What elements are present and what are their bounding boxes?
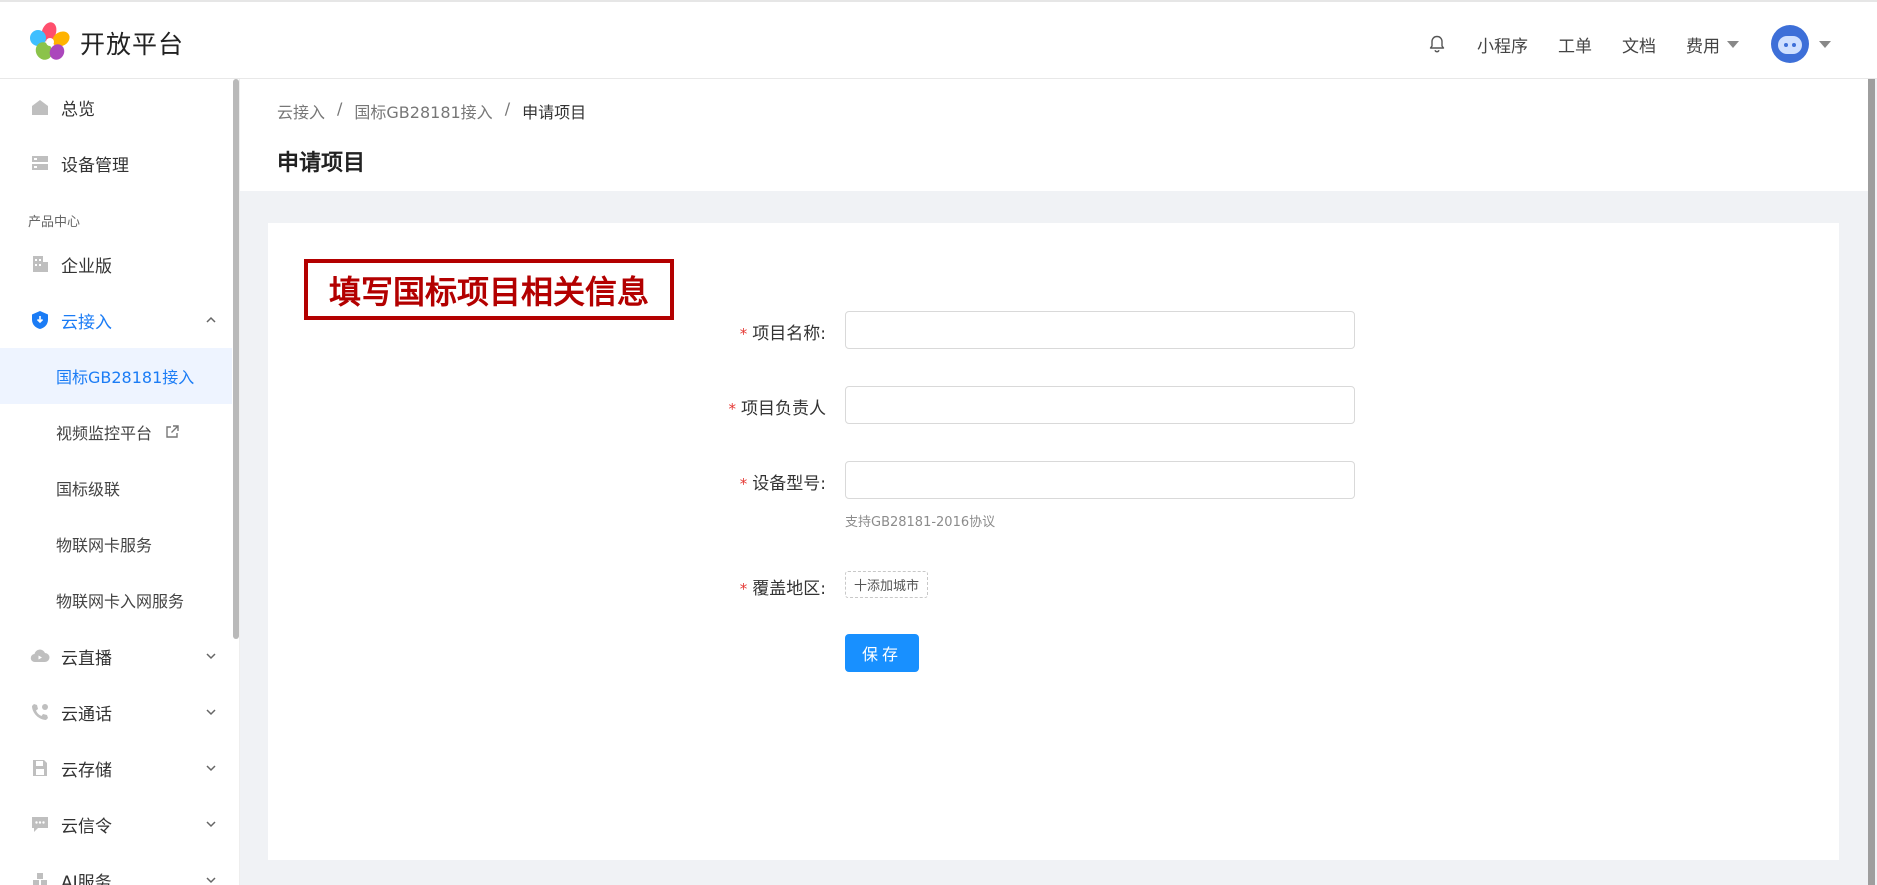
sidebar-subitem-label: 国标GB28181接入 bbox=[56, 368, 195, 387]
sidebar-item-device-management[interactable]: 设备管理 bbox=[0, 135, 232, 191]
sidebar-subitem-label: 物联网卡入网服务 bbox=[56, 592, 185, 611]
sidebar-subitem-label: 物联网卡服务 bbox=[56, 536, 153, 555]
project-name-input[interactable] bbox=[845, 311, 1355, 349]
sidebar-item-enterprise[interactable]: 企业版 bbox=[0, 236, 232, 292]
sidebar-subitem-gb28181[interactable]: 国标GB28181接入 bbox=[0, 348, 232, 404]
sidebar-item-cloud-call[interactable]: 云通话 bbox=[0, 684, 232, 740]
avatar bbox=[1771, 25, 1809, 63]
owner-label-text: 项目负责人 bbox=[741, 399, 826, 419]
sidebar-scrollbar[interactable] bbox=[233, 79, 239, 639]
sidebar-item-overview[interactable]: 总览 bbox=[0, 79, 232, 135]
breadcrumb-item-gb28181[interactable]: 国标GB28181接入 bbox=[354, 99, 492, 123]
coverage-label-text: 覆盖地区: bbox=[752, 579, 826, 599]
device-model-hint: 支持GB28181-2016协议 bbox=[845, 515, 996, 530]
form-card: 填写国标项目相关信息 * 项目名称: * 项目负责人 * 设备型号: 支持GB2818… bbox=[268, 223, 1839, 860]
sidebar-item-cloud-live[interactable]: 云直播 bbox=[0, 628, 232, 684]
sidebar-subitem-label: 视频监控平台 bbox=[56, 424, 153, 443]
required-mark: * bbox=[728, 400, 737, 418]
brand-name: 开放平台 bbox=[80, 30, 185, 59]
home-icon bbox=[32, 100, 48, 115]
required-mark: * bbox=[739, 325, 748, 343]
breadcrumb-current: 申请项目 bbox=[522, 103, 587, 122]
chevron-down-icon bbox=[206, 877, 216, 884]
sidebar-subitem-iot-card-network[interactable]: 物联网卡入网服务 bbox=[0, 572, 232, 628]
sidebar-item-label: AI服务 bbox=[61, 872, 112, 885]
sidebar-item-label: 总览 bbox=[61, 99, 95, 120]
add-city-button[interactable]: 十添加城市 bbox=[845, 571, 929, 598]
save-button[interactable]: 保存 bbox=[845, 634, 919, 672]
top-header: 开放平台 小程序 工单 文档 费用 bbox=[0, 0, 1877, 79]
required-mark: * bbox=[739, 475, 748, 493]
blocks-icon bbox=[33, 873, 47, 885]
sidebar-group-title: 产品中心 bbox=[28, 215, 81, 230]
page-header: 云接入 / 国标GB28181接入 / 申请项目 申请项目 bbox=[240, 79, 1870, 191]
breadcrumb-item-cloud-access[interactable]: 云接入 bbox=[277, 99, 325, 123]
annotation-box: 填写国标项目相关信息 bbox=[304, 259, 674, 320]
nav-work-order[interactable]: 工单 bbox=[1558, 32, 1592, 57]
message-icon bbox=[32, 817, 48, 832]
nav-mini-program[interactable]: 小程序 bbox=[1477, 32, 1528, 57]
breadcrumb-separator: / bbox=[504, 99, 511, 118]
nav-fee-dropdown[interactable]: 费用 bbox=[1686, 32, 1739, 57]
owner-label: * 项目负责人 bbox=[729, 394, 827, 419]
project-name-label: * 项目名称: bbox=[740, 319, 826, 344]
breadcrumb-separator: / bbox=[337, 99, 343, 118]
nav-docs[interactable]: 文档 bbox=[1622, 32, 1656, 57]
device-model-input[interactable] bbox=[845, 461, 1355, 499]
breadcrumb: 云接入 / 国标GB28181接入 / 申请项目 bbox=[277, 99, 586, 123]
sidebar-item-cloud-signal[interactable]: 云信令 bbox=[0, 796, 232, 852]
sidebar-item-cloud-access[interactable]: 云接入 bbox=[0, 292, 232, 348]
project-name-label-text: 项目名称: bbox=[752, 324, 826, 344]
sidebar-subitem-label: 国标级联 bbox=[56, 480, 121, 499]
shield-icon bbox=[32, 311, 48, 329]
coverage-label: * 覆盖地区: bbox=[740, 574, 826, 599]
top-nav: 小程序 工单 文档 费用 bbox=[1427, 24, 1831, 64]
sidebar-item-cloud-storage[interactable]: 云存储 bbox=[0, 740, 232, 796]
required-mark: * bbox=[739, 580, 748, 598]
caret-down-icon bbox=[1819, 40, 1831, 48]
user-menu[interactable] bbox=[1771, 25, 1831, 63]
sidebar-item-ai-service[interactable]: AI服务 bbox=[0, 852, 232, 885]
chevron-down-icon bbox=[206, 653, 216, 660]
sidebar-item-label: 云接入 bbox=[61, 312, 112, 333]
chevron-down-icon bbox=[206, 821, 216, 828]
cloud-icon bbox=[30, 649, 50, 663]
sidebar-subitem-iot-card[interactable]: 物联网卡服务 bbox=[0, 516, 232, 572]
logo-icon bbox=[28, 20, 73, 64]
annotation-text: 填写国标项目相关信息 bbox=[328, 272, 649, 311]
sidebar-subitem-video-platform[interactable]: 视频监控平台 bbox=[0, 404, 232, 460]
phone-icon bbox=[32, 704, 48, 720]
server-icon bbox=[32, 156, 48, 170]
page-title: 申请项目 bbox=[277, 151, 366, 176]
device-model-label-text: 设备型号: bbox=[752, 474, 826, 494]
logo[interactable]: 开放平台 bbox=[28, 20, 185, 64]
building-icon bbox=[33, 256, 48, 272]
main-scrollbar[interactable] bbox=[1868, 79, 1875, 885]
sidebar-item-label: 设备管理 bbox=[61, 155, 129, 176]
sidebar-item-label: 云直播 bbox=[61, 648, 112, 669]
sidebar-item-label: 企业版 bbox=[61, 256, 112, 277]
sidebar-subitem-gb-cascade[interactable]: 国标级联 bbox=[0, 460, 232, 516]
caret-down-icon bbox=[1727, 40, 1739, 48]
owner-input[interactable] bbox=[845, 386, 1355, 424]
external-link-icon bbox=[166, 425, 179, 438]
notification-bell-icon[interactable] bbox=[1427, 34, 1447, 54]
sidebar-item-label: 云信令 bbox=[61, 816, 112, 837]
sidebar-item-label: 云存储 bbox=[61, 760, 112, 781]
sidebar-item-label: 云通话 bbox=[61, 704, 112, 725]
floppy-disk-icon bbox=[33, 760, 47, 776]
chevron-down-icon bbox=[206, 709, 216, 716]
sidebar: 总览 设备管理 产品中心 企业版 云接入 国标GB28181接入 视频监控平台 … bbox=[0, 79, 240, 885]
nav-fee-label: 费用 bbox=[1686, 36, 1720, 57]
chevron-down-icon bbox=[206, 765, 216, 772]
device-model-label: * 设备型号: bbox=[740, 469, 826, 494]
chevron-up-icon bbox=[206, 316, 216, 323]
